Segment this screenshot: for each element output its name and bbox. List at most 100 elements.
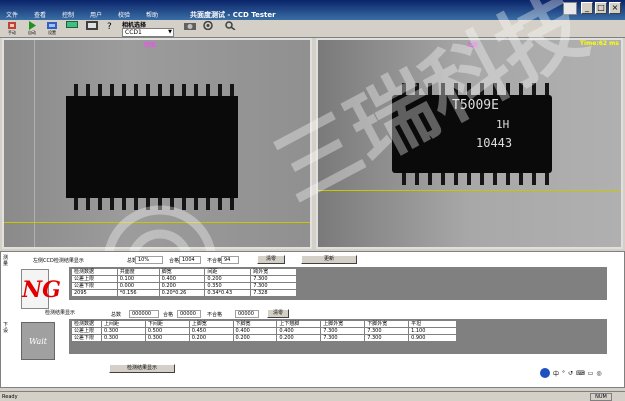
camera-view-right[interactable]: 上面 Time:62 ms T5009E 1H 10443: [316, 38, 623, 249]
camera-settings-button[interactable]: [200, 21, 216, 37]
top-results-table: 检测数据 共面度 脚宽 间距 跨外宽 公差上限 0.100 0.400 0.200 7.300 公差…: [71, 268, 297, 297]
table-row[interactable]: 2095 *0.156 0.20*0.26 0.34*0.43 7.328: [71, 289, 297, 297]
chip-pin: [454, 173, 458, 185]
chevron-down-icon: ▼: [168, 29, 172, 35]
ime-toolbar: 中 ° ↺ ⌨ ▭ ◎: [540, 368, 602, 378]
monitor-icon: [66, 21, 78, 28]
camera-icon: [184, 23, 196, 30]
bottom-cell: 0.300: [100, 334, 146, 342]
bottom-stat-label-total: 总数: [111, 312, 122, 318]
chip-pin: [402, 173, 406, 185]
chip-pin: [218, 84, 222, 96]
chip-pin: [134, 198, 138, 210]
bottom-cell: 7.300: [320, 334, 366, 342]
camera-button[interactable]: [182, 21, 198, 37]
monitor-button[interactable]: [64, 21, 80, 37]
camera-select[interactable]: CCD1 ▼: [122, 28, 174, 37]
camera-view-left[interactable]: 侧面: [2, 38, 312, 249]
top-cell: 0.34*0.43: [204, 289, 252, 297]
chip-pin: [506, 83, 510, 95]
bottom-header-cell: 下脚宽: [232, 320, 278, 328]
ime-window-icon[interactable]: ▭: [588, 370, 594, 377]
top-stat-total: 10%: [135, 256, 163, 264]
auto-button[interactable]: 自动: [24, 21, 40, 37]
chip-pin: [218, 198, 222, 210]
side-label-measure: 测量: [3, 255, 9, 267]
ime-punctuation-icon[interactable]: °: [562, 370, 565, 377]
chart-button[interactable]: [84, 21, 100, 37]
chip-pin: [230, 198, 234, 210]
menu-help[interactable]: 帮助: [146, 10, 158, 19]
ime-logo-icon[interactable]: [540, 368, 550, 378]
bottom-cell: 公差上限: [71, 327, 102, 335]
chip-pin: [519, 173, 523, 185]
bottom-header-cell: 上间距: [100, 320, 146, 328]
bottom-cell: 0.500: [144, 327, 190, 335]
top-cell: 2095: [71, 289, 118, 297]
menu-calibrate[interactable]: 校验: [118, 10, 130, 19]
chip-pin: [454, 83, 458, 95]
chip-pin: [182, 198, 186, 210]
help-button[interactable]: ?: [102, 21, 118, 37]
top-header-cell: 脚宽: [158, 268, 206, 276]
svg-text:?: ?: [107, 22, 112, 30]
chip-pin: [182, 84, 186, 96]
chip-pin: [493, 83, 497, 95]
chip-pin: [493, 173, 497, 185]
bottom-clear-button[interactable]: 清零: [267, 309, 289, 318]
table-row[interactable]: 公差上限 0.100 0.400 0.200 7.300: [71, 275, 297, 283]
chip-marking-line2: 1H: [496, 118, 510, 131]
refresh-button[interactable]: 更新: [301, 255, 357, 264]
chip-marking-line3: 10443: [476, 136, 513, 150]
minimize-button[interactable]: _: [581, 2, 593, 14]
app-window: 文件 查看 控制 用户 校验 帮助 共面度测试 - CCD Tester _ □…: [0, 0, 625, 401]
menu-user[interactable]: 用户: [90, 10, 102, 19]
chip-pin: [441, 173, 445, 185]
ime-settings-icon[interactable]: ◎: [596, 370, 601, 377]
top-header-row: 检测数据 共面度 脚宽 间距 跨外宽: [71, 268, 297, 276]
help-icon: ?: [107, 22, 112, 30]
bottom-header-row: 检测数据 上间距 下间距 上脚宽 下脚宽 上下翘脚 上脚外宽 下脚外宽 平坦: [71, 320, 457, 328]
manual-button[interactable]: 手动: [4, 21, 20, 37]
menu-control[interactable]: 控制: [62, 10, 74, 19]
table-row[interactable]: 公差上限 0.300 0.500 0.450 0.400 0.400 7.300 7.300 1…: [71, 327, 457, 335]
bottom-cell: 0.900: [408, 334, 457, 342]
top-cell: 0.350: [204, 282, 252, 290]
bottom-cell: 7.300: [364, 334, 410, 342]
bottom-header-cell: 平坦: [408, 320, 457, 328]
close-button[interactable]: ×: [609, 2, 621, 14]
ime-keyboard-icon[interactable]: ⌨: [576, 370, 585, 377]
top-stat-label-pass: 合格: [169, 258, 180, 264]
settings-button[interactable]: 设置: [44, 21, 60, 37]
zoom-icon: [225, 21, 236, 30]
top-cell: 7.300: [250, 275, 297, 283]
ime-switch-icon[interactable]: ↺: [568, 370, 573, 377]
ime-chinese-icon[interactable]: 中: [553, 369, 559, 378]
chip-pin: [480, 83, 484, 95]
top-header-cell: 共面度: [116, 268, 160, 276]
menu-file[interactable]: 文件: [6, 10, 18, 19]
bottom-header-cell: 上下翘脚: [276, 320, 322, 328]
left-view-title: 侧面: [144, 42, 157, 49]
chip-pin: [86, 84, 90, 96]
zoom-button[interactable]: [222, 21, 238, 37]
table-row[interactable]: 公差下限 0.300 0.300 0.200 0.200 0.200 7.300 7.300 0…: [71, 334, 457, 342]
chip-side-view: [66, 96, 238, 198]
chip-pin: [467, 83, 471, 95]
bottom-cell: 公差下限: [71, 334, 102, 342]
num-lock-indicator: NUM: [590, 393, 612, 401]
menu-view[interactable]: 查看: [34, 10, 46, 19]
settings-icon: [47, 22, 57, 29]
clear-button[interactable]: 清零: [257, 255, 285, 264]
chip-pin: [146, 84, 150, 96]
bottom-header-cell: 检测数据: [71, 320, 102, 328]
chip-pin: [206, 198, 210, 210]
bottom-cell: 0.200: [232, 334, 278, 342]
bottom-cell: 0.200: [276, 334, 322, 342]
chip-pin: [206, 84, 210, 96]
table-row[interactable]: 公差下限 0.000 0.200 0.350 7.300: [71, 282, 297, 290]
bottom-stat-label-fail: 不合格: [207, 312, 223, 318]
maximize-button[interactable]: □: [595, 2, 607, 14]
result-display-button[interactable]: 检测结果显示: [109, 364, 175, 373]
chip-pin: [467, 173, 471, 185]
